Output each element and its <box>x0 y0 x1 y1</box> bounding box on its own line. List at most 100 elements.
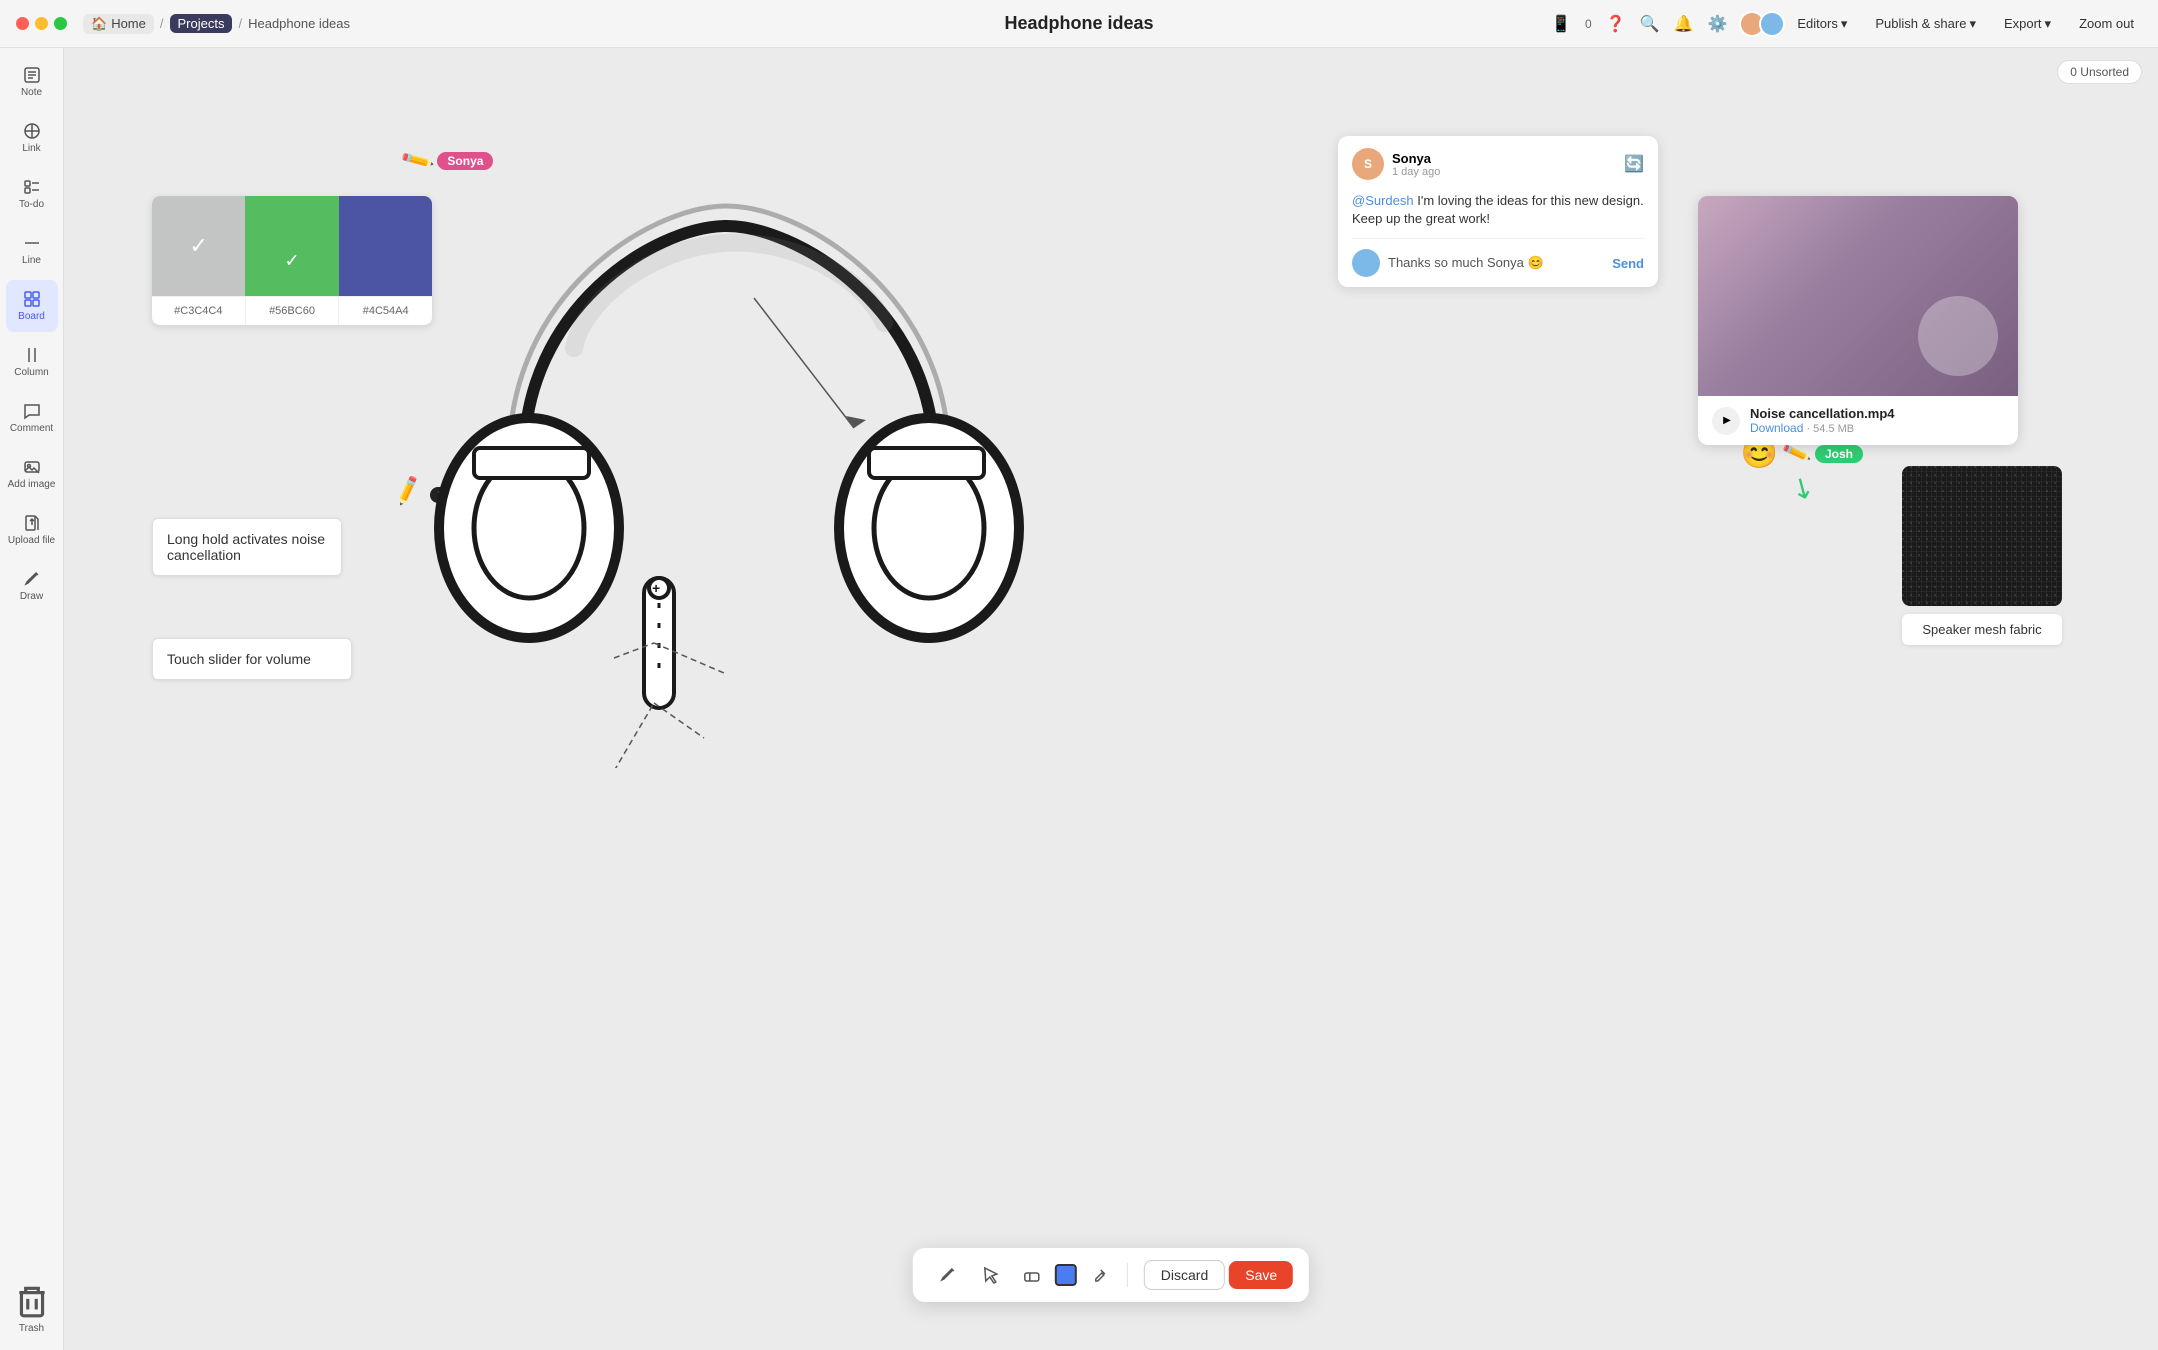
chevron-down-icon: ▾ <box>1969 16 1976 32</box>
sidebar-item-add-image[interactable]: Add image <box>6 448 58 500</box>
breadcrumb-projects-label: Projects <box>178 16 225 31</box>
sidebar-uploadfile-label: Upload file <box>8 535 55 546</box>
editors-button[interactable]: Editors ▾ <box>1789 12 1855 36</box>
mesh-pattern <box>1902 466 2062 606</box>
publish-share-button[interactable]: Publish & share ▾ <box>1867 12 1984 36</box>
sidebar-item-todo[interactable]: To-do <box>6 168 58 220</box>
speaker-mesh-card: Speaker mesh fabric <box>1902 466 2062 645</box>
surdesh-cursor: ✏️ Surdesh <box>394 478 490 504</box>
sidebar-item-comment[interactable]: Comment <box>6 392 58 444</box>
maximize-button[interactable] <box>54 17 67 30</box>
annotation-volume-text: Touch slider for volume <box>167 651 311 667</box>
color-swatch-1[interactable]: ✓ <box>152 196 245 296</box>
chevron-down-icon: ▾ <box>1841 16 1848 32</box>
color-labels: #C3C4C4 #56BC60 #4C54A4 <box>152 296 432 325</box>
sidebar-item-line[interactable]: Line <box>6 224 58 276</box>
sonya-pen-icon: ✏️ <box>399 143 436 179</box>
breadcrumb: 🏠 Home / Projects / Headphone ideas <box>83 14 350 34</box>
surdesh-label: Surdesh <box>430 487 490 503</box>
titlebar-right: 📱 0 ❓ 🔍 🔔 ⚙️ Editors ▾ Publish & share ▾… <box>1551 11 2142 37</box>
eraser-tool-button[interactable] <box>1013 1256 1051 1294</box>
breadcrumb-home[interactable]: 🏠 Home <box>83 14 154 34</box>
reply-avatar <box>1352 249 1380 277</box>
color-swatch-2[interactable]: ✓ <box>245 196 338 296</box>
sidebar-item-draw[interactable]: Draw <box>6 560 58 612</box>
device-icon[interactable]: 📱 <box>1551 14 1571 34</box>
sidebar-trash-label: Trash <box>19 1323 44 1334</box>
avatar-stack <box>1739 11 1785 37</box>
annotation-noise: Long hold activates noise cancellation <box>152 518 342 576</box>
check-icon: ✓ <box>189 233 207 259</box>
annotation-volume: Touch slider for volume <box>152 638 352 680</box>
breadcrumb-home-label: Home <box>111 16 146 31</box>
select-tool-button[interactable] <box>971 1256 1009 1294</box>
minimize-button[interactable] <box>35 17 48 30</box>
main-layout: Note Link To-do Line Board Column Commen… <box>0 48 2158 1350</box>
video-info: Noise cancellation.mp4 Download · 54.5 M… <box>1750 406 2004 435</box>
titlebar: 🏠 Home / Projects / Headphone ideas Head… <box>0 0 2158 48</box>
settings-icon[interactable]: ⚙️ <box>1707 14 1727 34</box>
video-meta: ▶ Noise cancellation.mp4 Download · 54.5… <box>1698 396 2018 445</box>
speaker-mesh-image <box>1902 466 2062 606</box>
editors-group: Editors ▾ <box>1739 11 1855 37</box>
toolbar-divider <box>1127 1263 1128 1287</box>
sidebar: Note Link To-do Line Board Column Commen… <box>0 48 64 1350</box>
comment-header: S Sonya 1 day ago 🔄 <box>1338 136 1658 192</box>
comment-reply: Thanks so much Sonya 😊 Send <box>1338 239 1658 287</box>
traffic-lights <box>16 17 67 30</box>
sonya-label: Sonya <box>437 152 493 170</box>
sidebar-item-note[interactable]: Note <box>6 56 58 108</box>
surdesh-pen-icon: ✏️ <box>390 474 425 508</box>
svg-text:+: + <box>652 580 660 596</box>
sidebar-draw-label: Draw <box>20 591 43 602</box>
color-picker[interactable] <box>1055 1264 1077 1286</box>
comment-meta: Sonya 1 day ago <box>1392 151 1616 178</box>
save-button[interactable]: Save <box>1229 1261 1293 1289</box>
canvas[interactable]: 0 Unsorted ✓ ✓ #C3C4C4 #56BC60 #4C54A4 ✏… <box>64 48 2158 1350</box>
sidebar-line-label: Line <box>22 255 41 266</box>
sidebar-item-trash[interactable]: Trash <box>6 1282 58 1334</box>
video-play-small-button[interactable]: ▶ <box>1712 407 1740 435</box>
reply-input[interactable]: Thanks so much Sonya 😊 <box>1388 255 1604 271</box>
video-size: · 54.5 MB <box>1806 423 1854 435</box>
discard-button[interactable]: Discard <box>1144 1260 1225 1290</box>
color-swatches: ✓ ✓ <box>152 196 432 296</box>
video-download-link[interactable]: Download <box>1750 421 1803 435</box>
sidebar-addimage-label: Add image <box>8 479 56 490</box>
comment-time: 1 day ago <box>1392 166 1616 178</box>
search-icon[interactable]: 🔍 <box>1640 14 1660 34</box>
help-icon[interactable]: ❓ <box>1606 14 1626 34</box>
breadcrumb-projects[interactable]: Projects <box>170 14 233 33</box>
sidebar-note-label: Note <box>21 87 42 98</box>
commenter-name: Sonya <box>1392 151 1616 166</box>
color-label-1: #C3C4C4 <box>152 297 246 325</box>
video-title: Noise cancellation.mp4 <box>1750 406 2004 421</box>
sidebar-item-upload-file[interactable]: Upload file <box>6 504 58 556</box>
speaker-mesh-label: Speaker mesh fabric <box>1902 614 2062 645</box>
video-card: ▶ ▶ Noise cancellation.mp4 Download · 54… <box>1698 196 2018 445</box>
breadcrumb-sep-1: / <box>160 16 164 31</box>
bell-icon[interactable]: 🔔 <box>1674 14 1694 34</box>
commenter-avatar: S <box>1352 148 1384 180</box>
sidebar-item-link[interactable]: Link <box>6 112 58 164</box>
breadcrumb-current: Headphone ideas <box>248 16 350 31</box>
titlebar-icons: 📱 0 ❓ 🔍 🔔 ⚙️ <box>1551 14 1727 34</box>
close-button[interactable] <box>16 17 29 30</box>
page-title: Headphone ideas <box>1004 13 1153 34</box>
color-palette-card: ✓ ✓ #C3C4C4 #56BC60 #4C54A4 <box>152 196 432 325</box>
emoji-reaction-icon[interactable]: 🔄 <box>1624 154 1644 174</box>
sidebar-item-column[interactable]: Column <box>6 336 58 388</box>
breadcrumb-sep-2: / <box>238 16 242 31</box>
sidebar-column-label: Column <box>14 367 48 378</box>
color-swatch-3[interactable] <box>339 196 432 296</box>
comment-text: @Surdesh I'm loving the ideas for this n… <box>1338 192 1658 238</box>
highlighter-tool-button[interactable] <box>1081 1256 1119 1294</box>
sidebar-item-board[interactable]: Board <box>6 280 58 332</box>
zoom-out-button[interactable]: Zoom out <box>2071 12 2142 35</box>
pen-tool-button[interactable] <box>929 1256 967 1294</box>
export-button[interactable]: Export ▾ <box>1996 12 2059 36</box>
josh-arrow-icon: ↘ <box>1784 467 1821 507</box>
color-label-2: #56BC60 <box>246 297 340 325</box>
send-reply-button[interactable]: Send <box>1612 256 1644 271</box>
sidebar-board-label: Board <box>18 311 45 322</box>
